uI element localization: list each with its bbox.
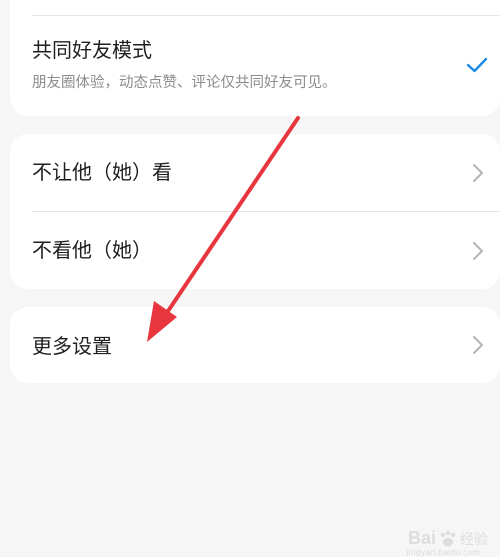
more-settings-label: 更多设置 bbox=[32, 334, 112, 358]
visibility-card: 不让他（她）看 不看他（她） bbox=[10, 134, 500, 289]
more-settings-row[interactable]: 更多设置 bbox=[10, 307, 500, 383]
hide-their-moments-label: 不看他（她） bbox=[32, 238, 152, 262]
more-settings-card: 更多设置 bbox=[10, 307, 500, 383]
paw-icon bbox=[440, 530, 456, 546]
baidu-jingyan-watermark: Bai 经验 bbox=[408, 528, 488, 549]
common-friends-card: 共同好友模式 朋友圈体验，动态点赞、评论仅共同好友可见。 bbox=[10, 0, 500, 116]
chevron-right-icon bbox=[473, 164, 483, 182]
hide-my-moments-label: 不让他（她）看 bbox=[32, 160, 172, 184]
check-icon bbox=[466, 57, 488, 73]
watermark-url: jingyan.baidu.com bbox=[406, 548, 480, 557]
common-friends-mode-row[interactable]: 共同好友模式 朋友圈体验，动态点赞、评论仅共同好友可见。 bbox=[10, 16, 500, 116]
chevron-right-icon bbox=[473, 242, 483, 260]
watermark-brand: Bai bbox=[407, 528, 436, 548]
common-friends-mode-subtitle: 朋友圈体验，动态点赞、评论仅共同好友可见。 bbox=[32, 75, 337, 91]
chevron-right-icon bbox=[473, 336, 483, 354]
hide-their-moments-row[interactable]: 不看他（她） bbox=[10, 212, 500, 289]
watermark-brand-suffix: 经验 bbox=[460, 531, 488, 548]
common-friends-mode-title: 共同好友模式 bbox=[32, 38, 152, 62]
hide-my-moments-row[interactable]: 不让他（她）看 bbox=[10, 134, 500, 211]
